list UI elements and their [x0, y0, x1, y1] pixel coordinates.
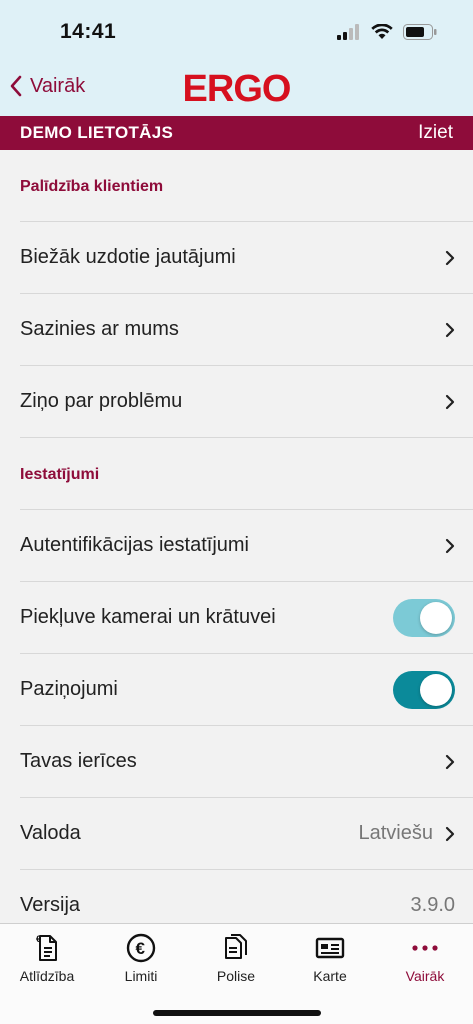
row-language[interactable]: Valoda Latviešu: [20, 798, 473, 870]
notifications-toggle[interactable]: [393, 670, 455, 709]
row-label: Biežāk uzdotie jautājumi: [20, 246, 236, 268]
row-version: Versija 3.9.0: [20, 870, 473, 923]
row-label: Ziņo par problēmu: [20, 390, 183, 412]
settings-list: Palīdzība klientiem Biežāk uzdotie jautā…: [0, 150, 473, 923]
chevron-right-icon: [445, 394, 455, 409]
row-right: Latviešu: [359, 822, 456, 845]
back-label: Vairāk: [30, 74, 86, 97]
section-title-customer-help: Palīdzība klientiem: [20, 150, 473, 222]
row-contact-us[interactable]: Sazinies ar mums: [20, 294, 473, 366]
chevron-right-icon: [445, 538, 455, 553]
status-time: 14:41: [60, 20, 117, 43]
tab-label: Polise: [216, 968, 256, 984]
svg-text:€: €: [36, 934, 41, 944]
row-label: Sazinies ar mums: [20, 318, 179, 340]
chevron-right-icon: [445, 250, 455, 265]
status-bar: 14:41: [0, 0, 473, 64]
user-bar: DEMO LIETOTĀJS Iziet: [0, 116, 473, 150]
ergo-logo: ERGO: [182, 68, 292, 110]
card-icon: [315, 937, 345, 959]
svg-text:€: €: [136, 939, 146, 958]
chevron-right-icon: [445, 754, 455, 769]
chevron-right-icon: [445, 322, 455, 337]
toggle-knob: [420, 601, 452, 634]
row-your-devices[interactable]: Tavas ierīces: [20, 726, 473, 798]
version-value: 3.9.0: [410, 894, 455, 916]
row-faq[interactable]: Biežāk uzdotie jautājumi: [20, 222, 473, 294]
tab-label: Karte: [313, 968, 347, 984]
row-label: Paziņojumi: [20, 678, 118, 700]
chevron-right-icon: [445, 826, 455, 841]
row-camera-storage-access: Piekļuve kamerai un krātuvei: [20, 582, 473, 654]
row-report-problem[interactable]: Ziņo par problēmu: [20, 366, 473, 438]
logout-button[interactable]: Iziet: [418, 122, 453, 144]
battery-icon: [403, 24, 437, 40]
row-label: Autentifikācijas iestatījumi: [20, 534, 249, 556]
row-label: Valoda: [20, 822, 81, 844]
camera-storage-toggle[interactable]: [393, 598, 455, 637]
status-icons: [337, 24, 437, 40]
chevron-left-icon: [10, 75, 22, 97]
more-dots-icon: [412, 945, 438, 951]
euro-circle-icon: €: [126, 933, 156, 963]
row-label: Piekļuve kamerai un krātuvei: [20, 606, 276, 628]
cellular-signal-icon: [337, 24, 359, 40]
tab-policy[interactable]: Polise: [189, 932, 283, 984]
tab-limits[interactable]: € Limiti: [94, 932, 188, 984]
navigation-bar: Vairāk ERGO: [0, 64, 473, 116]
tab-label: Vairāk: [405, 968, 445, 984]
tab-bar: € Atlīdzība € Limiti Polise Karte Vairāk: [0, 923, 473, 1024]
tab-claims[interactable]: € Atlīdzība: [0, 932, 94, 984]
row-label: Versija: [20, 894, 81, 916]
row-label: Tavas ierīces: [20, 750, 137, 772]
home-indicator: [153, 1010, 321, 1016]
section-title-settings: Iestatījumi: [20, 438, 473, 510]
toggle-knob: [420, 673, 452, 706]
claim-document-icon: €: [36, 934, 57, 961]
row-authentication-settings[interactable]: Autentifikācijas iestatījumi: [20, 510, 473, 582]
tab-label: Limiti: [124, 968, 158, 984]
language-value: Latviešu: [358, 822, 434, 844]
tab-label: Atlīdzība: [19, 968, 75, 984]
back-button[interactable]: Vairāk: [8, 74, 85, 98]
tab-card[interactable]: Karte: [283, 932, 377, 984]
tab-more[interactable]: Vairāk: [378, 932, 472, 984]
wifi-icon: [371, 24, 393, 39]
user-name: DEMO LIETOTĀJS: [20, 123, 174, 142]
policy-document-icon: [225, 934, 247, 959]
row-notifications: Paziņojumi: [20, 654, 473, 726]
